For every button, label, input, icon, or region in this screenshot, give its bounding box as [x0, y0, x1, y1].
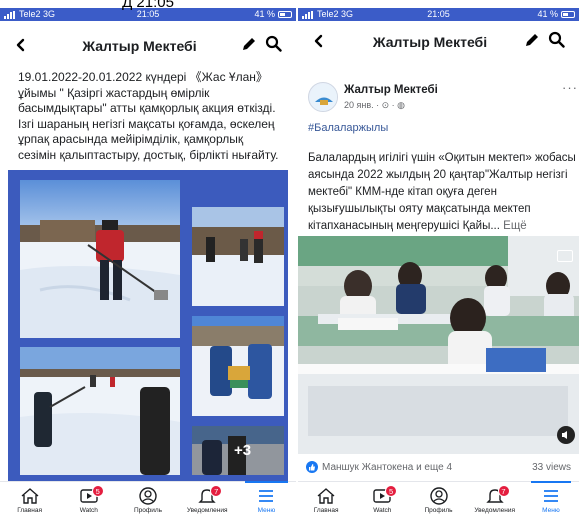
tab-profile[interactable]: Профиль [118, 482, 177, 517]
tab-watch[interactable]: 5 Watch [59, 482, 118, 517]
search-icon[interactable] [548, 31, 565, 53]
tab-home[interactable]: Главная [0, 482, 59, 517]
tab-label: Профиль [424, 507, 453, 514]
tab-menu[interactable]: Меню [523, 481, 579, 517]
tab-label: Watch [79, 507, 98, 514]
post-video[interactable] [298, 236, 579, 454]
carrier-label: Tele2 3G [317, 9, 354, 19]
signal-icon [4, 10, 16, 19]
tab-label: Уведомления [474, 507, 516, 514]
watch-badge: 5 [91, 485, 104, 497]
profile-icon [139, 487, 157, 505]
tab-label: Уведомления [186, 507, 228, 514]
page-title: Жалтыр Мектебі [372, 34, 488, 50]
see-more-link[interactable]: Ещё [500, 220, 527, 232]
tab-label: Watch [373, 507, 392, 514]
app-header: Жалтыр Мектебі [0, 29, 296, 63]
signal-icon [302, 10, 314, 19]
tab-home[interactable]: Главная [298, 482, 354, 517]
like-icon [306, 461, 318, 473]
tab-label: Главная [17, 507, 42, 514]
tab-label: Меню [257, 507, 276, 514]
page-name[interactable]: Жалтыр Мектебі [344, 84, 438, 96]
reactions-summary[interactable]: Маншук Жантокена и еще 4 [322, 462, 452, 473]
photo-3[interactable] [192, 316, 284, 416]
tab-label: Профиль [133, 507, 163, 514]
views-count: 33 views [532, 461, 571, 473]
home-icon [317, 488, 335, 504]
tab-notifications[interactable]: 7 Уведомления [467, 482, 523, 517]
page-avatar[interactable] [308, 82, 338, 112]
pencil-icon[interactable] [241, 36, 257, 57]
left-screen: Tele2 3G 21:05 41 % Д 21:05 Жалтыр Мекте… [0, 0, 296, 517]
app-header: Жалтыр Мектебі [298, 25, 579, 59]
battery-icon [278, 11, 292, 18]
notifications-badge: 7 [497, 485, 510, 497]
more-options-icon[interactable]: ··· [562, 80, 578, 95]
post-meta: 20 янв. · ⊙ · ◍ [344, 100, 406, 110]
watch-badge: 5 [385, 485, 398, 497]
profile-icon [429, 487, 448, 505]
mute-icon[interactable] [557, 426, 575, 444]
tab-menu[interactable]: Меню [237, 481, 296, 517]
photo-1[interactable] [20, 180, 180, 338]
photo-2[interactable] [192, 207, 284, 306]
menu-icon [259, 490, 274, 502]
tab-watch[interactable]: 5 Watch [354, 482, 410, 517]
right-screen: Tele2 3G 21:05 41 % Жалтыр Мектебі Жалты… [296, 0, 579, 517]
back-arrow-icon[interactable] [312, 31, 336, 54]
tab-notifications[interactable]: 7 Уведомления [178, 482, 237, 517]
post-body: Балалардың игілігі үшін «Оқитын мектеп» … [308, 152, 576, 232]
notifications-badge: 7 [210, 485, 223, 497]
pip-icon[interactable] [557, 250, 573, 262]
overlay-title-text: Д 21:05 [122, 0, 174, 11]
battery-label: 41 % [537, 9, 558, 19]
tab-label: Меню [542, 507, 560, 514]
photo-5[interactable]: +3 [192, 426, 284, 475]
page-title: Жалтыр Мектебі [82, 38, 197, 54]
search-icon[interactable] [265, 35, 282, 57]
post-text: 19.01.2022-20.01.2022 күндері 《Жас Ұлан》… [18, 70, 279, 162]
screenshot-stage: Tele2 3G 21:05 41 % Д 21:05 Жалтыр Мекте… [0, 0, 579, 517]
photo-4[interactable] [20, 347, 180, 475]
menu-icon [543, 490, 558, 502]
battery-icon [561, 11, 575, 18]
status-bar: Tele2 3G 21:05 41 % [298, 8, 579, 21]
back-arrow-icon[interactable] [14, 35, 38, 58]
tab-profile[interactable]: Профиль [410, 482, 466, 517]
bottom-tab-bar: Главная 5 Watch Профиль 7 Уведомления Ме… [298, 481, 579, 517]
more-photos-count: +3 [234, 442, 252, 459]
bottom-tab-bar: Главная 5 Watch Профиль 7 Уведомления Ме… [0, 481, 296, 517]
tab-label: Главная [313, 507, 339, 514]
post-text: Балалардың игілігі үшін «Оқитын мектеп» … [308, 150, 578, 235]
photo-grid[interactable]: +3 [8, 170, 288, 481]
home-icon [21, 488, 39, 504]
hashtag[interactable]: #Балаларжылы [308, 122, 388, 134]
pencil-icon[interactable] [524, 32, 540, 53]
reaction-bar: Маншук Жантокена и еще 4 33 views [298, 461, 579, 473]
